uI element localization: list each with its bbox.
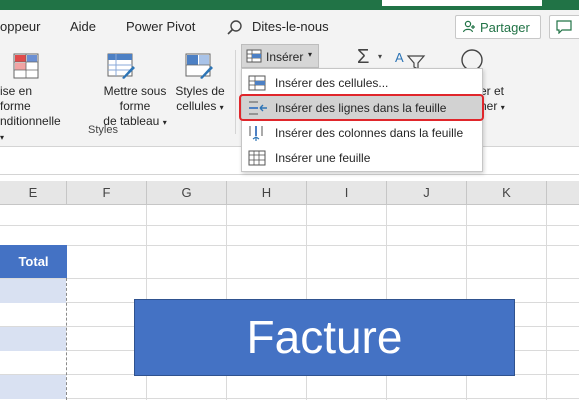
column-header-g[interactable]: G	[147, 181, 227, 205]
column-header-j[interactable]: J	[387, 181, 467, 205]
title-bar-notch	[382, 0, 542, 6]
find-select-line1: er et	[480, 84, 505, 98]
menu-item-label: Insérer des cellules...	[275, 76, 389, 90]
total-header-cell[interactable]: Total	[0, 245, 67, 278]
insert-cells-icon	[246, 49, 262, 63]
cell-styles-icon	[185, 53, 213, 79]
share-button[interactable]: Partager	[455, 15, 541, 39]
column-header-i[interactable]: I	[307, 181, 387, 205]
conditional-formatting-button[interactable]: ise en forme nditionnelle ▾	[0, 84, 66, 145]
highlight-annotation-frame	[239, 94, 484, 121]
tab-developer[interactable]: oppeur	[0, 19, 40, 34]
format-as-table-icon	[107, 53, 135, 79]
conditional-formatting-icon	[13, 53, 39, 79]
menu-item-insert-columns[interactable]: Insérer des colonnes dans la feuille	[242, 121, 482, 145]
svg-text:A: A	[395, 50, 404, 65]
table-row[interactable]	[0, 375, 66, 399]
autosum-icon[interactable]: Σ	[357, 46, 369, 69]
grid-line	[0, 245, 579, 246]
lightbulb-search-icon[interactable]	[226, 19, 244, 37]
find-select-button[interactable]: er et ner ▾	[480, 84, 510, 115]
insert-label: Insérer	[266, 50, 304, 64]
comment-icon	[556, 20, 572, 34]
tab-help[interactable]: Aide	[70, 19, 96, 34]
share-person-icon	[462, 20, 475, 33]
cf-label-line2: nditionnelle ▾	[0, 114, 61, 142]
grid-line	[0, 398, 579, 399]
tell-me-search[interactable]: Dites-le-nous	[252, 19, 329, 34]
grid-line	[0, 278, 579, 279]
fat-label-line1: Mettre sous forme	[103, 84, 167, 113]
autosum-chevron-icon[interactable]: ▾	[378, 52, 382, 61]
cs-label-line2: cellules ▾	[176, 99, 224, 113]
find-select-line2: ner ▾	[480, 99, 505, 113]
table-row[interactable]	[0, 279, 66, 303]
menu-item-insert-cells[interactable]: Insérer des cellules...	[242, 71, 482, 95]
insert-cells-icon	[248, 75, 266, 91]
menu-item-label: Insérer une feuille	[275, 151, 371, 165]
copy-marquee-border	[66, 278, 67, 400]
cell-styles-button[interactable]: Styles de cellules ▾	[174, 84, 226, 115]
cs-label-line1: Styles de	[175, 84, 225, 98]
title-bar	[0, 0, 579, 10]
facture-title-shape[interactable]: Facture	[134, 299, 515, 376]
styles-group-label: Styles	[88, 124, 118, 136]
grid-line	[546, 205, 547, 400]
insert-button[interactable]: Insérer ▾	[241, 44, 319, 68]
share-label: Partager	[480, 20, 530, 35]
grid-line	[0, 225, 579, 226]
sort-filter-icon[interactable]: A	[394, 48, 428, 70]
insert-sheet-icon	[248, 150, 266, 166]
tab-power-pivot[interactable]: Power Pivot	[126, 19, 195, 34]
column-header-partial[interactable]	[547, 181, 579, 205]
ribbon-tabs: oppeur Aide Power Pivot Dites-le-nous Pa…	[0, 10, 579, 44]
column-header-e[interactable]: E	[0, 181, 67, 205]
column-header-h[interactable]: H	[227, 181, 307, 205]
table-row[interactable]	[0, 327, 66, 351]
chevron-down-icon: ▾	[308, 50, 313, 59]
column-header-k[interactable]: K	[467, 181, 547, 205]
cf-label-line1: ise en forme	[0, 84, 33, 113]
comments-button[interactable]	[549, 15, 579, 39]
menu-item-label: Insérer des colonnes dans la feuille	[275, 126, 464, 140]
insert-columns-icon	[249, 126, 263, 141]
menu-item-insert-sheet[interactable]: Insérer une feuille	[242, 146, 482, 170]
column-header-f[interactable]: F	[67, 181, 147, 205]
ribbon-separator	[235, 50, 236, 134]
